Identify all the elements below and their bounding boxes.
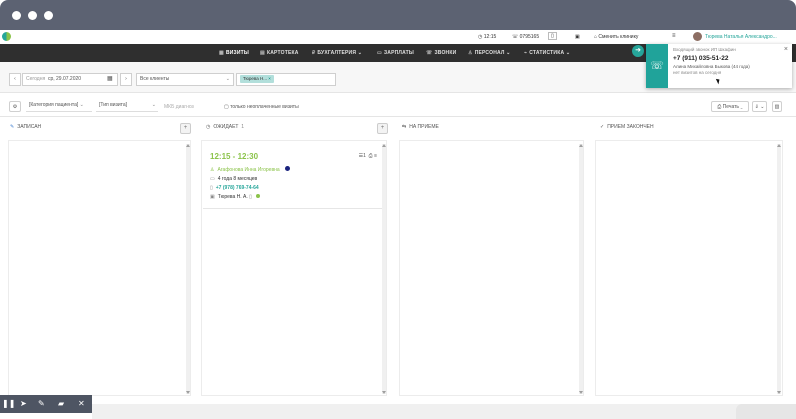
column-registered[interactable] [8, 140, 191, 396]
column-in-reception[interactable] [399, 140, 584, 396]
window-titlebar [0, 0, 796, 30]
app-logo[interactable] [2, 32, 11, 41]
clients-select[interactable]: Все клиенты ⌄ [136, 73, 234, 86]
caller-name[interactable]: Алина Михайловна Быкова (44 года) [673, 64, 750, 69]
scrollbar[interactable] [186, 144, 190, 394]
chevron-down-icon: ⌄ [79, 102, 84, 108]
doctor-chip[interactable]: Тюрева Н... × [240, 75, 274, 83]
doctor-line: ▣ Тюрева Н. А. ▯ [210, 194, 261, 200]
column-header-registered: ✎ ЗАПИСАН [10, 124, 42, 130]
visit-card[interactable]: 12:15 - 12:30 ☰1 ⎙ ≡ ♙ Агафонова Инна Иго… [203, 146, 382, 209]
patient-name[interactable]: Агафонова Инна Игоревна [217, 167, 279, 173]
clock: ◷ 12:15 [478, 34, 497, 40]
nav-calls[interactable]: ☏ ЗВОНКИ [426, 50, 456, 56]
visit-time: 12:15 - 12:30 [210, 152, 259, 161]
close-icon[interactable]: ✕ [78, 399, 85, 409]
age-line: ▭ 4 года 8 месяцев [210, 176, 258, 182]
nav-visits[interactable]: ▦ ВИЗИТЫ [219, 50, 249, 56]
column-finished[interactable] [595, 140, 783, 396]
chevron-down-icon: ⌄ [225, 76, 230, 82]
column-header-finished: ✓ ПРИЕМ ЗАКОНЧЕН [600, 124, 654, 130]
calendar-icon[interactable]: ▦ [107, 75, 115, 84]
app-topbar: ◷ 12:15 ☏ 0795165 ▯ ▣ ⌂ Сменить клинику … [0, 30, 796, 45]
clock-icon: ◷ [206, 124, 211, 130]
chip-close-icon[interactable]: × [268, 76, 271, 81]
doctor-status-dot [256, 194, 261, 198]
patient-line[interactable]: ♙ Агафонова Инна Игоревна [210, 166, 291, 173]
settings-icon[interactable]: ⚙ [9, 101, 21, 112]
add-visit-button[interactable]: + [377, 123, 388, 134]
category-select[interactable]: [Категория пациента] ⌄ [26, 101, 92, 112]
calendar-icon[interactable]: ▣ [575, 34, 580, 40]
scrollbar[interactable] [777, 144, 781, 394]
export-button[interactable]: ⇓ ⌄ [752, 101, 767, 112]
calendar-icon: ▭ [210, 176, 215, 182]
visits-icon: ▦ [219, 50, 224, 56]
cards-icon: ▤ [260, 50, 265, 56]
card-actions: ☰1 ⎙ ≡ [359, 153, 377, 159]
phone-line[interactable]: ▯ +7 (978) 769-74-64 [210, 185, 259, 191]
arrow-right-icon[interactable]: ➜ [632, 45, 644, 57]
phone-status[interactable]: ☏ 0795165 [512, 34, 539, 40]
sip-indicator[interactable]: ▯ [548, 32, 557, 40]
window-dot-3[interactable] [44, 11, 53, 20]
close-icon[interactable]: × [784, 46, 788, 53]
nav-cards[interactable]: ▤ КАРТОТЕКА [260, 50, 299, 56]
visit-type-select[interactable]: [Тип визита] ⌄ [96, 101, 158, 112]
chart-icon: ⌁ [524, 50, 528, 56]
call-title: Входящий звонок ИП Шкафин [673, 47, 736, 52]
nav-accounting[interactable]: ₽ БУХГАЛТЕРИЯ ⌄ [312, 50, 362, 56]
user-name[interactable]: Тюрева Наталья Александро... [705, 34, 777, 40]
menu-icon[interactable]: ≡ [672, 33, 676, 39]
trash-icon[interactable]: ▥ [772, 101, 782, 112]
bottom-strip [92, 404, 796, 419]
window-dot-1[interactable] [12, 11, 21, 20]
phone-small-icon: ▯ [249, 194, 252, 200]
scrollbar[interactable] [382, 144, 386, 394]
date-field[interactable]: Сегодня ср, 29.07.2020 [22, 73, 118, 86]
id-card-icon: ▣ [210, 194, 215, 200]
pointer-icon[interactable]: ➤ [20, 399, 27, 409]
nav-staff[interactable]: ♙ ПЕРСОНАЛ ⌄ [468, 50, 511, 56]
mobile-icon: ▯ [210, 185, 213, 191]
visit-counter: 1 [363, 153, 366, 159]
wallet-icon: ▭ [377, 50, 382, 56]
check-icon: ✓ [600, 124, 605, 130]
swap-icon: ⇆ [402, 124, 407, 130]
phone-icon: ☏ [426, 50, 433, 56]
person-icon: ♙ [468, 50, 473, 56]
switch-clinic-link[interactable]: ⌂ Сменить клинику [594, 34, 638, 40]
call-note: нет визитов на сегодня [673, 70, 722, 75]
chevron-down-icon: ⌄ [151, 102, 156, 108]
person-icon: ♙ [210, 167, 215, 173]
menu-icon[interactable]: ≡ [374, 153, 377, 159]
eraser-icon[interactable]: ▰ [58, 399, 64, 409]
window-dot-2[interactable] [28, 11, 37, 20]
ruble-icon: ₽ [312, 50, 316, 56]
column-header-waiting: ◷ ОЖИДАЕТ 1 [206, 124, 245, 130]
next-day-button[interactable]: › [120, 73, 132, 86]
add-visit-button[interactable]: + [180, 123, 191, 134]
nav-salaries[interactable]: ▭ ЗАРПЛАТЫ [377, 50, 414, 56]
phone-transfer-icon[interactable]: ☏ [646, 44, 668, 88]
print-icon[interactable]: ⎙ [369, 153, 373, 159]
scrollbar[interactable] [579, 144, 583, 394]
annotation-toolbar: ❚❚ ➤ ✎ ▰ ✕ [0, 395, 92, 413]
pause-icon[interactable]: ❚❚ [2, 399, 15, 409]
only-unpaid-checkbox[interactable]: ▢ только неоплаченные визиты [224, 104, 299, 110]
diagnosis-input[interactable]: МКБ диагноз [164, 104, 194, 110]
avatar[interactable] [693, 32, 702, 41]
pen-icon[interactable]: ✎ [38, 399, 45, 409]
bottom-right-tab[interactable] [736, 404, 796, 419]
prev-day-button[interactable]: ‹ [9, 73, 21, 86]
nav-stats[interactable]: ⌁ СТАТИСТИКА ⌄ [524, 50, 570, 56]
column-header-in-reception: ⇆ НА ПРИЕМЕ [402, 124, 439, 130]
call-phone[interactable]: +7 (911) 035-51-22 [673, 55, 728, 62]
print-button[interactable]: ⎙ Печать ⌄ [711, 101, 749, 112]
status-dot [285, 166, 291, 171]
pencil-icon: ✎ [10, 124, 15, 130]
